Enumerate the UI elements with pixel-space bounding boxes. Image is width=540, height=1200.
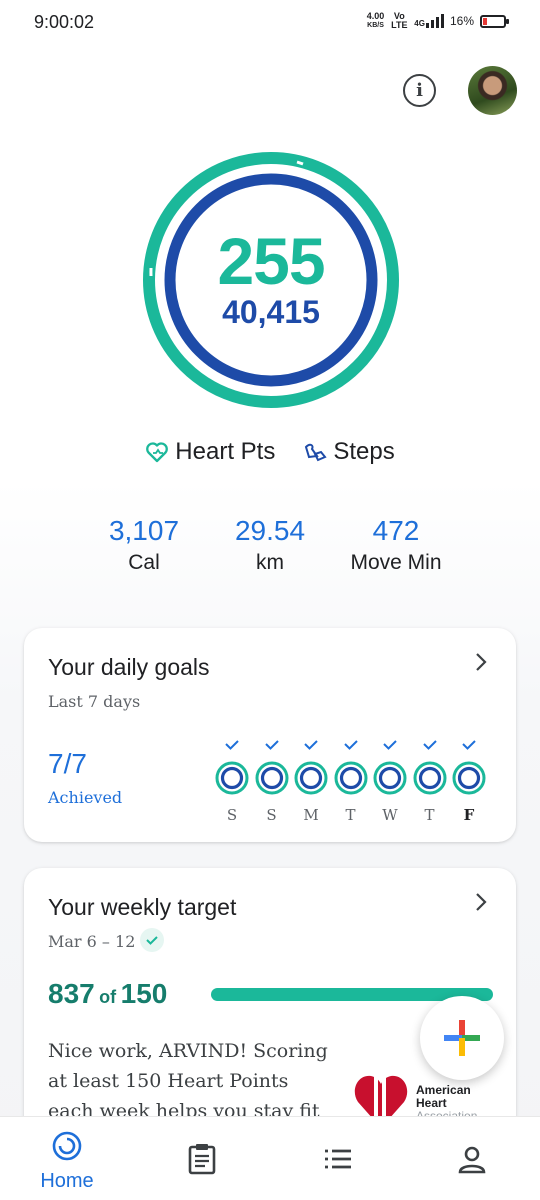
add-icon bbox=[444, 1020, 480, 1056]
day-goal-item: T bbox=[413, 738, 447, 824]
day-goal-item: T bbox=[334, 738, 368, 824]
nav-journal[interactable] bbox=[142, 1117, 262, 1200]
nav-browse[interactable] bbox=[278, 1117, 398, 1200]
check-icon bbox=[462, 740, 476, 750]
rings-legend: Heart Pts Steps bbox=[0, 438, 540, 466]
home-icon bbox=[52, 1131, 82, 1161]
day-label: T bbox=[424, 806, 435, 824]
day-label: S bbox=[266, 806, 277, 824]
status-time: 9:00:02 bbox=[34, 12, 95, 32]
steps-icon bbox=[305, 443, 327, 462]
signal-icon: 4G bbox=[414, 14, 444, 28]
legend-heart-pts: Heart Pts bbox=[145, 438, 275, 466]
battery-percent: 16% bbox=[449, 14, 474, 28]
check-icon bbox=[422, 740, 437, 750]
legend-steps: Steps bbox=[303, 438, 395, 466]
day-goal-item: S bbox=[215, 738, 249, 824]
day-goal-item: S bbox=[255, 738, 289, 824]
check-icon bbox=[343, 740, 358, 750]
day-goal-item: W bbox=[373, 738, 407, 824]
day-label: T bbox=[345, 806, 356, 824]
daily-goals-title: Your daily goals bbox=[48, 654, 210, 680]
volte-indicator: Vo LTE bbox=[391, 11, 408, 30]
browse-icon bbox=[325, 1149, 351, 1169]
info-icon[interactable]: i bbox=[403, 74, 436, 107]
day-goal-ring bbox=[452, 761, 486, 795]
check-icon bbox=[304, 740, 318, 750]
day-goal-ring bbox=[255, 761, 288, 795]
day-label: M bbox=[303, 806, 319, 824]
week-days-row: SSMTWTF bbox=[24, 738, 516, 838]
stat-distance: 29.54 km bbox=[234, 515, 306, 574]
day-goal-item: F bbox=[452, 738, 486, 824]
steps-value: 40,415 bbox=[222, 294, 320, 330]
avatar[interactable] bbox=[468, 66, 517, 115]
heart-icon bbox=[146, 442, 169, 463]
day-goal-item: M bbox=[294, 738, 328, 824]
day-label: W bbox=[382, 806, 398, 824]
day-label: S bbox=[226, 806, 238, 824]
chevron-right-icon[interactable] bbox=[474, 892, 488, 918]
check-icon bbox=[264, 740, 279, 750]
daily-goals-subtitle: Last 7 days bbox=[48, 692, 141, 711]
day-label: F bbox=[463, 806, 475, 824]
daily-goals-card[interactable]: Your daily goals Last 7 days 7/7 Achieve… bbox=[24, 628, 516, 842]
network-speed: 4.00 KB/S bbox=[366, 11, 385, 30]
add-button[interactable] bbox=[420, 996, 504, 1080]
day-goal-ring bbox=[373, 761, 407, 795]
battery-icon bbox=[480, 14, 509, 28]
nav-home-label: Home bbox=[40, 1170, 94, 1192]
weekly-date-range: Mar 6 – 12 bbox=[48, 932, 136, 951]
weekly-progress: 837 of 150 bbox=[48, 978, 168, 1009]
check-icon bbox=[140, 928, 164, 952]
chevron-right-icon[interactable] bbox=[474, 652, 488, 678]
day-goal-ring bbox=[413, 761, 446, 795]
day-goal-ring bbox=[334, 761, 367, 795]
status-indicators: 4.00 KB/S Vo LTE 4G 16% bbox=[366, 11, 509, 30]
weekly-target-title: Your weekly target bbox=[48, 894, 237, 920]
check-icon bbox=[383, 740, 397, 750]
stat-move-min: 472 Move Min bbox=[350, 515, 442, 574]
profile-icon bbox=[458, 1146, 486, 1174]
journal-icon bbox=[188, 1144, 216, 1175]
nav-home[interactable]: Home bbox=[7, 1117, 127, 1200]
day-goal-ring bbox=[215, 761, 249, 795]
bottom-nav: Home bbox=[0, 1116, 540, 1200]
stat-calories: 3,107 Cal bbox=[108, 515, 180, 574]
heart-pts-value: 255 bbox=[217, 224, 325, 298]
check-icon bbox=[225, 740, 239, 750]
nav-profile[interactable] bbox=[412, 1117, 532, 1200]
status-bar: 9:00:02 4.00 KB/S Vo LTE 4G 16% bbox=[0, 0, 540, 48]
day-goal-ring bbox=[294, 761, 328, 795]
